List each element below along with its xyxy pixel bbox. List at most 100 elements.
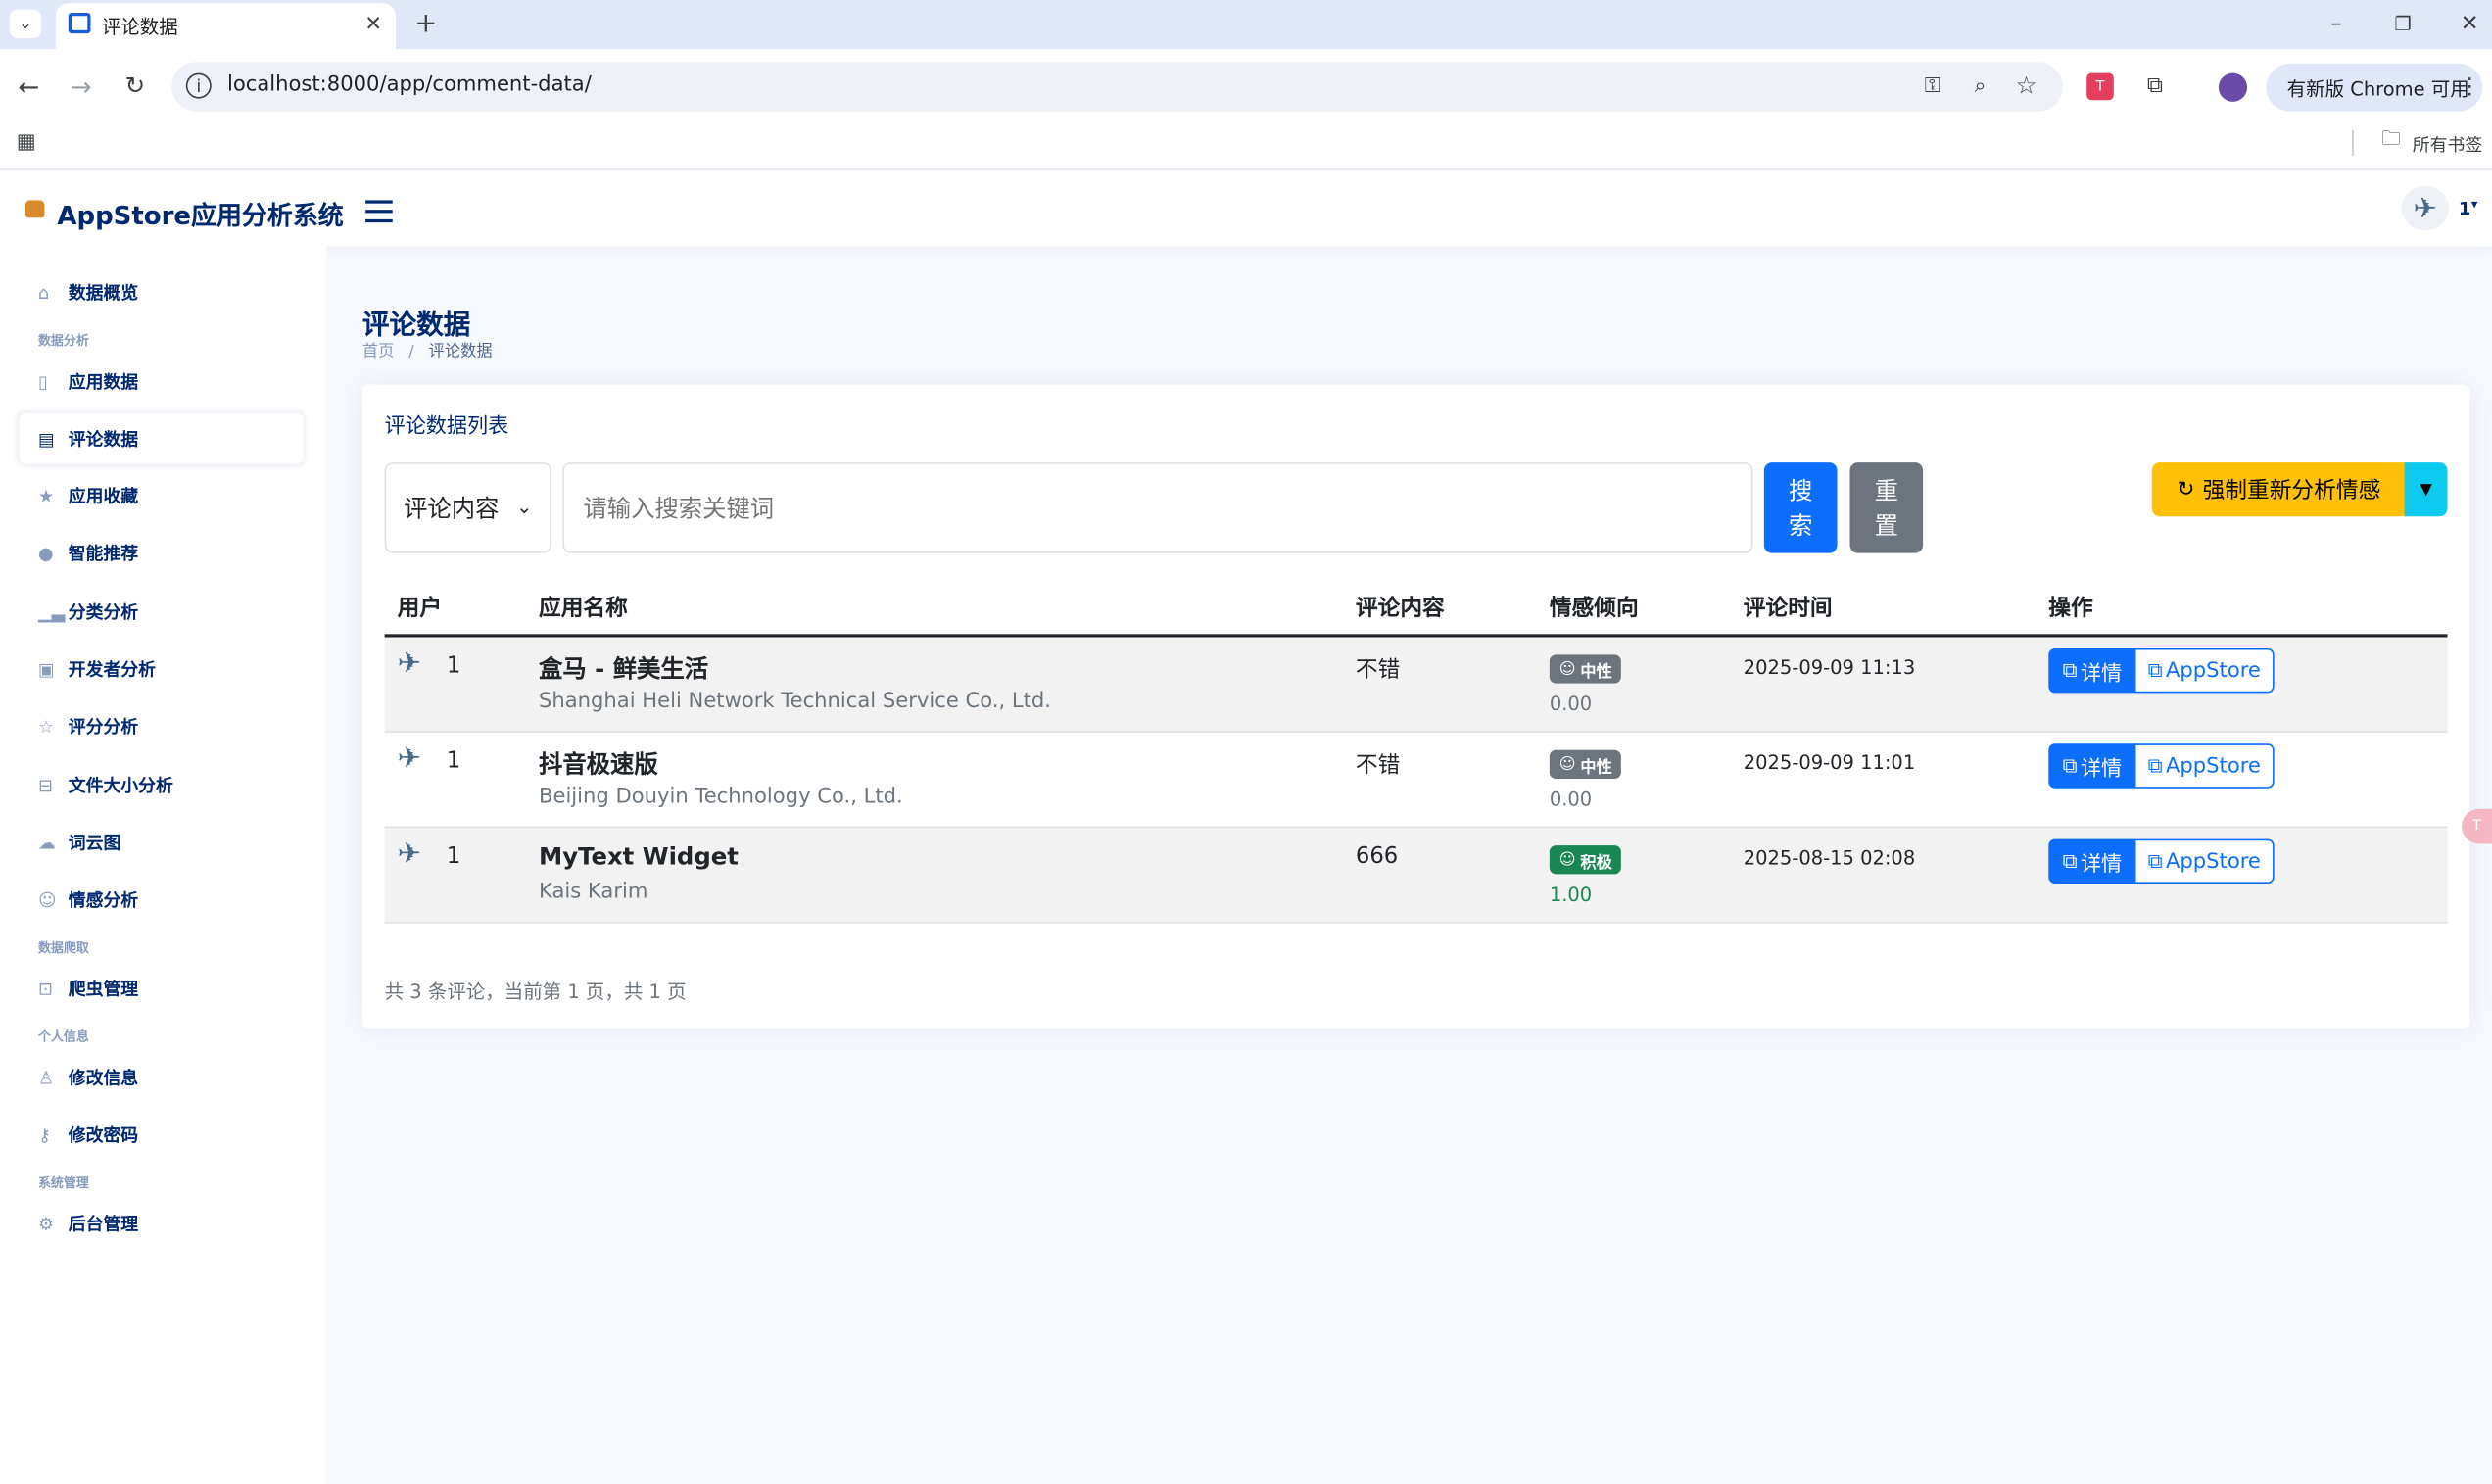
sidebar-item-category[interactable]: ▁▃ 分类分析: [19, 587, 303, 638]
sidebar-item-sentiment[interactable]: ☺ 情感分析: [19, 874, 303, 925]
floating-translate-icon[interactable]: T: [2462, 808, 2492, 844]
external-link-icon: ⧉: [2147, 658, 2163, 683]
profile-avatar-icon[interactable]: [2218, 72, 2248, 102]
row-user: 1: [446, 652, 461, 679]
column-header-actions: 操作: [2048, 596, 2093, 622]
row-content: 不错: [1355, 753, 1401, 779]
sidebar-section-crawl: 数据爬取: [37, 940, 89, 956]
reset-button[interactable]: 重置: [1849, 462, 1924, 553]
emoji-smile-icon: ☺: [1558, 850, 1576, 869]
search-input[interactable]: [562, 462, 1753, 553]
row-app-name[interactable]: 抖音极速版: [539, 747, 658, 781]
sidebar-item-crawler[interactable]: ⊡ 爬虫管理: [19, 963, 303, 1014]
row-time: 2025-09-09 11:13: [1743, 656, 1916, 679]
back-icon[interactable]: ←: [15, 71, 43, 101]
sidebar-item-developer[interactable]: ▣ 开发者分析: [19, 644, 303, 694]
sidebar-toggle-icon[interactable]: [365, 199, 393, 223]
user-menu-label[interactable]: 1: [2459, 199, 2470, 219]
detail-button[interactable]: ⧉ 详情: [2048, 647, 2136, 694]
extensions-icon[interactable]: ⧉: [2140, 72, 2169, 100]
tab-title: 评论数据: [101, 16, 178, 38]
breadcrumb-home[interactable]: 首页: [362, 343, 394, 360]
hdd-icon: ⊟: [37, 774, 53, 796]
row-developer: Beijing Douyin Technology Co., Ltd.: [538, 785, 903, 809]
sentiment-badge: ☺ 中性: [1549, 654, 1622, 684]
page-title: 评论数据: [361, 310, 471, 342]
bar-chart-icon: ▁▃: [37, 601, 66, 623]
external-link-icon: ⧉: [2062, 753, 2078, 779]
emoji-neutral-icon: ☺: [1558, 660, 1576, 678]
sidebar-item-rating[interactable]: ☆ 评分分析: [19, 700, 303, 751]
close-tab-icon[interactable]: ✕: [362, 10, 385, 38]
sidebar-item-edit-password[interactable]: ⚷ 修改密码: [19, 1109, 303, 1160]
external-link-icon: ⧉: [2147, 753, 2163, 779]
sidebar-item-app-data[interactable]: ▯ 应用数据: [19, 356, 303, 407]
minimize-icon[interactable]: –: [2322, 10, 2350, 38]
url-text[interactable]: localhost:8000/app/comment-data/: [227, 73, 592, 97]
row-app-name[interactable]: 盒马 - 鲜美生活: [539, 651, 708, 685]
browser-tab-bar: ⌄ 评论数据 ✕ + – ❐ ✕: [0, 0, 2492, 50]
star-outline-icon: ☆: [37, 715, 54, 737]
sidebar-item-wordcloud[interactable]: ☁ 词云图: [19, 817, 303, 868]
brand-logo-icon: [24, 200, 45, 218]
row-user: 1: [446, 843, 461, 870]
sidebar-item-favorites[interactable]: ★ 应用收藏: [19, 470, 303, 521]
apps-grid-icon[interactable]: ▦: [13, 128, 40, 156]
bookmarks-divider: [2352, 130, 2354, 156]
sidebar-item-overview[interactable]: ⌂ 数据概览: [19, 267, 303, 318]
reload-icon[interactable]: ↻: [120, 72, 149, 100]
user-avatar-icon: ✈: [397, 742, 422, 776]
chrome-menu-icon[interactable]: ⋮: [2459, 73, 2481, 102]
search-field-selected: 评论内容: [404, 494, 500, 523]
sentiment-badge: ☺ 积极: [1549, 845, 1622, 875]
user-menu-caret-icon[interactable]: ▾: [2471, 197, 2478, 212]
appstore-button[interactable]: ⧉ AppStore: [2133, 743, 2275, 789]
person-icon: ♙: [37, 1067, 54, 1088]
id-badge-icon: ▣: [37, 658, 55, 680]
password-key-icon[interactable]: ⚿: [1917, 72, 1948, 100]
column-header-time: 评论时间: [1743, 596, 1833, 622]
forward-icon[interactable]: →: [67, 71, 95, 101]
close-window-icon[interactable]: ✕: [2456, 10, 2484, 38]
detail-button[interactable]: ⧉ 详情: [2048, 838, 2136, 885]
gear-icon: ⚙: [37, 1213, 54, 1234]
user-avatar-icon[interactable]: ✈: [2401, 185, 2450, 231]
search-field-select[interactable]: 评论内容 ⌄: [384, 462, 551, 553]
robot-icon: ⊡: [37, 978, 53, 999]
lightbulb-icon: ●: [37, 543, 54, 564]
home-icon: ⌂: [37, 281, 50, 304]
emoji-neutral-icon: ☺: [1558, 755, 1576, 774]
sidebar-section-analysis: 数据分析: [37, 333, 89, 349]
external-link-icon: ⧉: [2062, 849, 2078, 874]
sidebar-item-edit-info[interactable]: ♙ 修改信息: [19, 1052, 303, 1103]
emoji-smile-icon: ☺: [37, 888, 57, 910]
pagination-summary: 共 3 条评论，当前第 1 页，共 1 页: [384, 981, 687, 1003]
site-info-icon[interactable]: i: [185, 72, 212, 99]
search-button[interactable]: 搜索: [1763, 462, 1838, 553]
new-tab-icon[interactable]: +: [411, 8, 440, 39]
sidebar-item-filesize[interactable]: ⊟ 文件大小分析: [19, 760, 303, 811]
all-bookmarks-label[interactable]: 所有书签: [2413, 132, 2482, 158]
user-avatar-icon: ✈: [397, 838, 422, 872]
tab-list-chevron-icon[interactable]: ⌄: [9, 9, 42, 38]
reanalyze-dropdown-toggle[interactable]: ▼: [2404, 462, 2448, 517]
restore-icon[interactable]: ❐: [2388, 10, 2417, 38]
column-header-sentiment: 情感倾向: [1549, 596, 1639, 622]
row-developer: Shanghai Heli Network Technical Service …: [538, 690, 1052, 714]
bookmark-star-icon[interactable]: ☆: [2012, 72, 2040, 100]
sidebar-item-comment-data[interactable]: ▤ 评论数据: [19, 412, 304, 464]
reanalyze-sentiment-button[interactable]: ↻ 强制重新分析情感: [2151, 462, 2407, 517]
sidebar-item-recommend[interactable]: ● 智能推荐: [19, 528, 303, 579]
appstore-button[interactable]: ⧉ AppStore: [2133, 647, 2275, 694]
sentiment-score: 0.00: [1549, 693, 1593, 716]
reanalyze-sentiment-label: 强制重新分析情感: [2202, 478, 2381, 504]
star-icon: ★: [37, 485, 54, 506]
detail-button[interactable]: ⧉ 详情: [2048, 743, 2136, 789]
sidebar-item-admin[interactable]: ⚙ 后台管理: [19, 1198, 303, 1249]
zoom-icon[interactable]: ⌕: [1966, 72, 1994, 100]
chevron-down-icon: ⌄: [516, 496, 533, 518]
brand-name[interactable]: AppStore应用分析系统: [57, 194, 343, 232]
translate-extension-icon[interactable]: T: [2086, 72, 2114, 101]
row-app-name[interactable]: MyText Widget: [539, 842, 739, 871]
appstore-button[interactable]: ⧉ AppStore: [2133, 838, 2275, 885]
